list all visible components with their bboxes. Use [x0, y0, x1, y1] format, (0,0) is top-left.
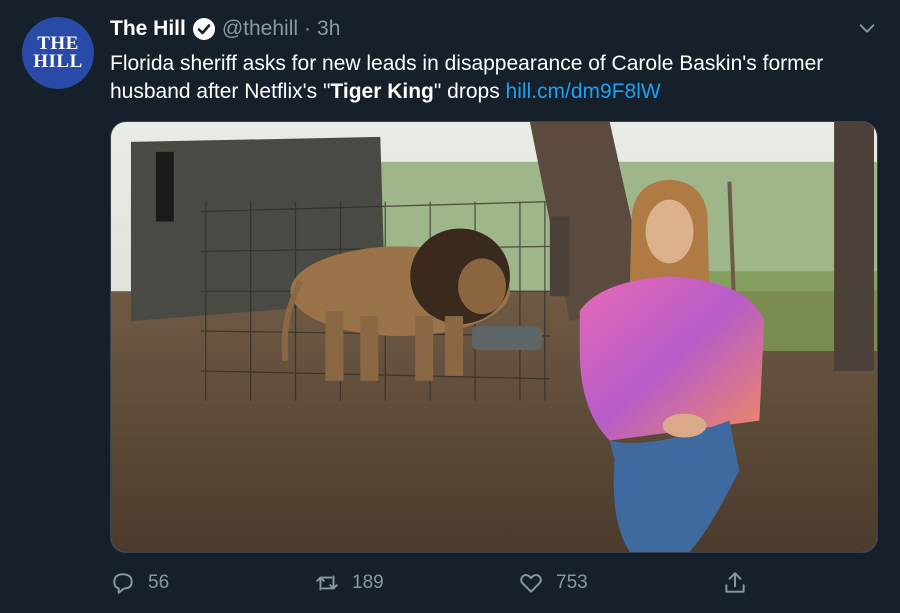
- like-count: 753: [556, 572, 588, 593]
- verified-badge-icon: [192, 18, 215, 40]
- like-button[interactable]: 753: [518, 566, 588, 600]
- share-icon: [725, 572, 745, 593]
- share-button[interactable]: [722, 566, 748, 600]
- tweet-header: The Hill @thehill · 3h: [110, 16, 340, 42]
- reply-icon: [113, 573, 133, 594]
- retweet-button[interactable]: 189: [314, 566, 384, 600]
- account-name[interactable]: The Hill: [110, 17, 186, 41]
- tweet-text-bold: Tiger King: [330, 80, 434, 103]
- chevron-down-icon[interactable]: [856, 17, 878, 39]
- avatar-logo-line2: HILL: [33, 51, 83, 72]
- retweet-count: 189: [352, 572, 384, 593]
- reply-button[interactable]: 56: [110, 566, 169, 600]
- account-handle[interactable]: @thehill: [222, 17, 298, 41]
- heart-icon: [520, 574, 542, 593]
- tweet-actions: 56 189 753: [110, 566, 870, 600]
- photo-illustration: [111, 122, 877, 552]
- tweet-text-part2: " drops: [433, 80, 506, 103]
- avatar[interactable]: THE HILL: [22, 17, 94, 89]
- tweet-text: Florida sheriff asks for new leads in di…: [110, 50, 880, 106]
- tweet-timestamp[interactable]: 3h: [317, 17, 340, 41]
- retweet-icon: [316, 575, 338, 591]
- separator-dot: ·: [304, 17, 312, 40]
- reply-count: 56: [148, 572, 170, 593]
- tweet-link[interactable]: hill.cm/dm9F8lW: [506, 80, 661, 103]
- tweet-photo[interactable]: [110, 121, 878, 553]
